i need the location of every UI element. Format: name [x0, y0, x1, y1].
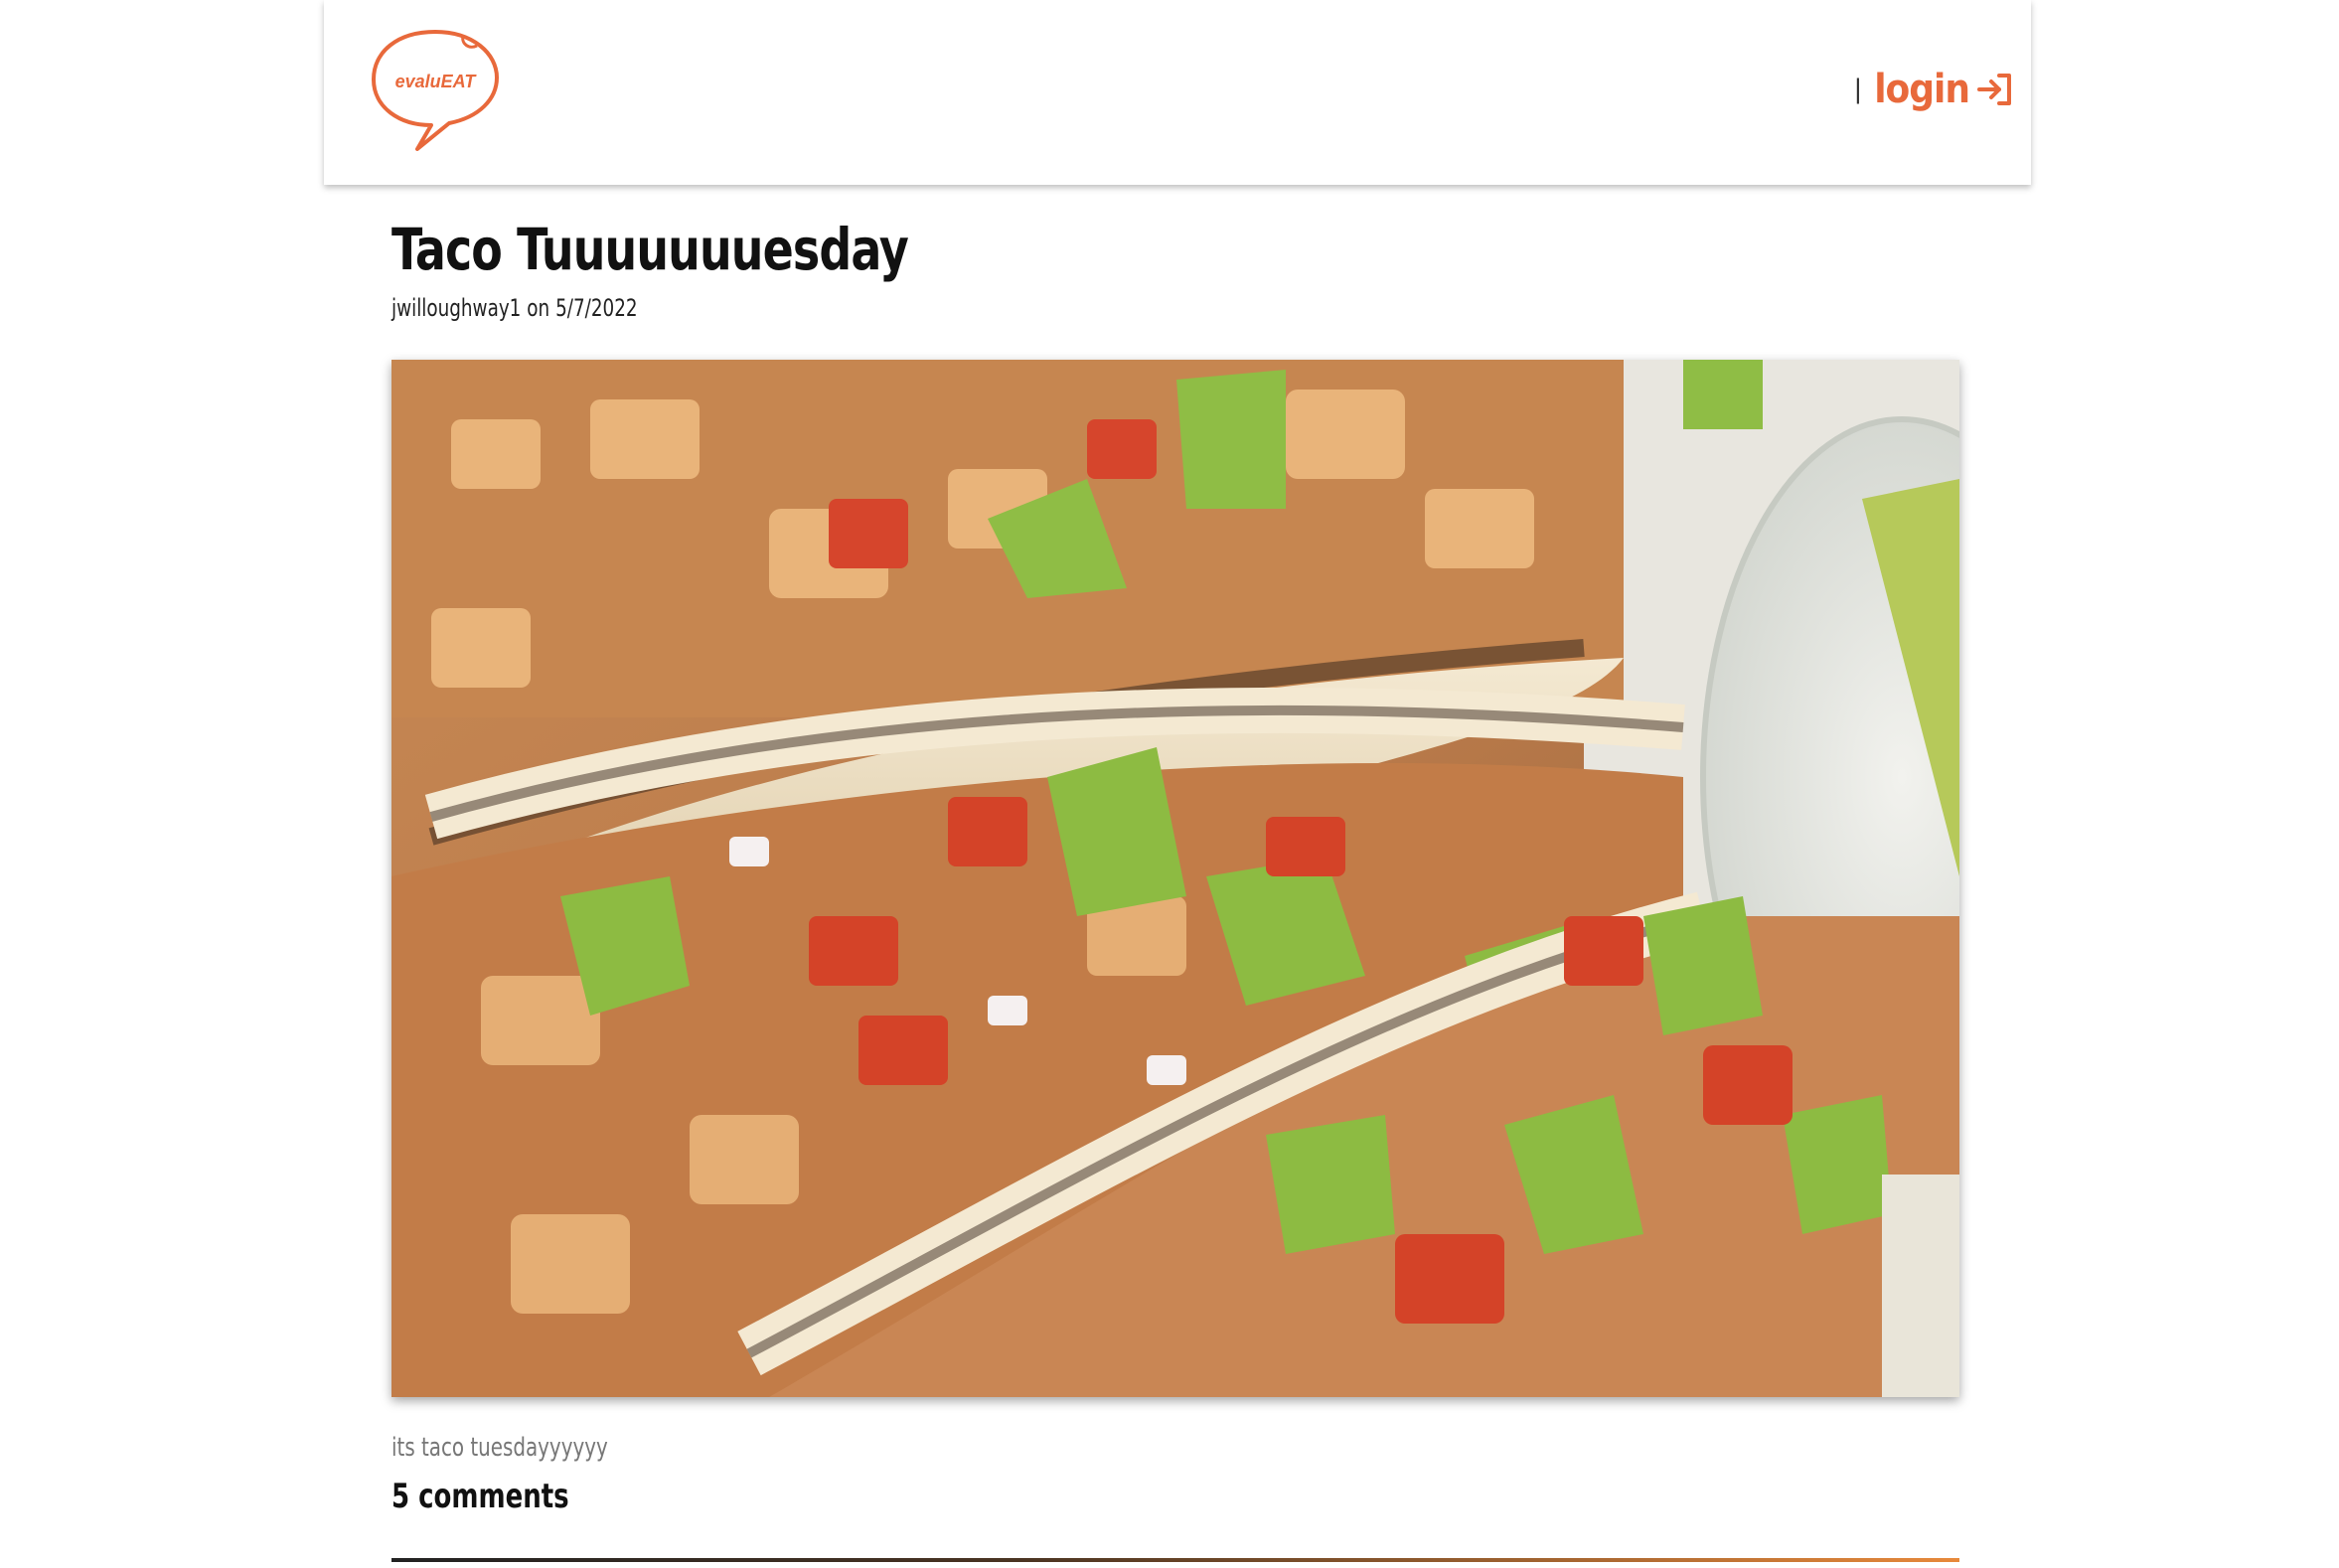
post-description: its taco tuesdayyyyyy [391, 1433, 608, 1463]
logo-text: evaluEAT [395, 72, 478, 91]
section-divider [391, 1558, 1959, 1562]
post-title: Taco Tuuuuuuuesday [391, 216, 909, 283]
nav-right: | login [1853, 62, 2015, 117]
page: evaluEAT | login Taco Tuuuuuuuesday jwil… [0, 0, 2339, 1568]
logo-link[interactable]: evaluEAT [366, 22, 505, 153]
post: Taco Tuuuuuuuesday jwilloughway1 on 5/7/… [391, 216, 1959, 1562]
post-date: 5/7/2022 [555, 293, 638, 322]
post-meta: jwilloughway1 on 5/7/2022 [391, 294, 1724, 322]
post-image [391, 360, 1959, 1397]
post-author[interactable]: jwilloughway1 [391, 294, 521, 322]
nav-divider: | [1853, 75, 1863, 104]
login-link[interactable]: login [1874, 67, 2015, 112]
taco-photo [391, 360, 1959, 1397]
login-label: login [1874, 67, 1970, 112]
comments-count[interactable]: 5 comments [391, 1477, 569, 1516]
post-on-label: on [527, 293, 550, 322]
navbar: evaluEAT | login [324, 0, 2031, 185]
login-arrow-icon [1975, 70, 2015, 109]
speech-bubble-logo-icon: evaluEAT [372, 30, 499, 151]
